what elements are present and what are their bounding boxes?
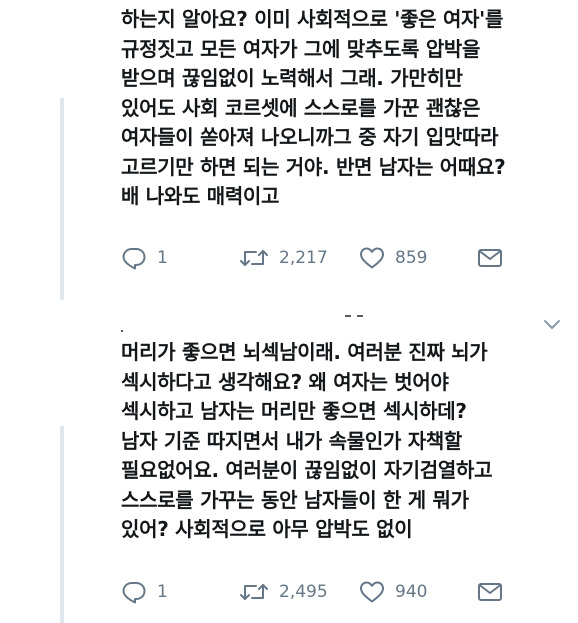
tweet: 머리가 좋으면 뇌섹남이래. 여러분 진짜 뇌가 섹시하다고 생각해요? 왜 여…: [121, 338, 561, 545]
like-count: 859: [395, 248, 428, 268]
envelope-icon: [477, 581, 503, 603]
tweet-text: 하는지 알아요? 이미 사회적으로 '좋은 여자'를 규정짓고 모든 여자가 그…: [121, 7, 506, 208]
retweet-icon: [239, 246, 269, 270]
tweet-menu-button[interactable]: [542, 316, 562, 335]
divider-mark: [121, 330, 123, 332]
heart-icon: [359, 580, 385, 604]
reply-count: 1: [157, 582, 168, 602]
reply-count: 1: [157, 248, 168, 268]
thread-connector-line: [60, 98, 64, 300]
message-button[interactable]: [477, 579, 503, 605]
reply-icon: [121, 580, 147, 604]
reply-button[interactable]: 1: [121, 579, 168, 605]
retweet-count: 2,217: [279, 248, 328, 268]
tweet: 하는지 알아요? 이미 사회적으로 '좋은 여자'를 규정짓고 모든 여자가 그…: [121, 5, 561, 212]
tweet-text: 머리가 좋으면 뇌섹남이래. 여러분 진짜 뇌가 섹시하다고 생각해요? 왜 여…: [121, 340, 493, 541]
reply-icon: [121, 246, 147, 270]
reply-button[interactable]: 1: [121, 245, 168, 271]
retweet-button[interactable]: 2,495: [239, 579, 328, 605]
retweet-count: 2,495: [279, 582, 328, 602]
chevron-down-icon: [542, 316, 562, 335]
envelope-icon: [477, 247, 503, 269]
thread-connector-line: [60, 426, 64, 623]
message-button[interactable]: [477, 245, 503, 271]
retweet-icon: [239, 580, 269, 604]
like-button[interactable]: 940: [359, 579, 427, 605]
divider-mark: [357, 315, 363, 317]
like-count: 940: [395, 582, 428, 602]
like-button[interactable]: 859: [359, 245, 427, 271]
heart-icon: [359, 246, 385, 270]
tweet-actions: 1 2,217 859: [121, 245, 521, 271]
divider-mark: [345, 315, 351, 317]
retweet-button[interactable]: 2,217: [239, 245, 328, 271]
tweet-actions: 1 2,495 940: [121, 579, 521, 605]
